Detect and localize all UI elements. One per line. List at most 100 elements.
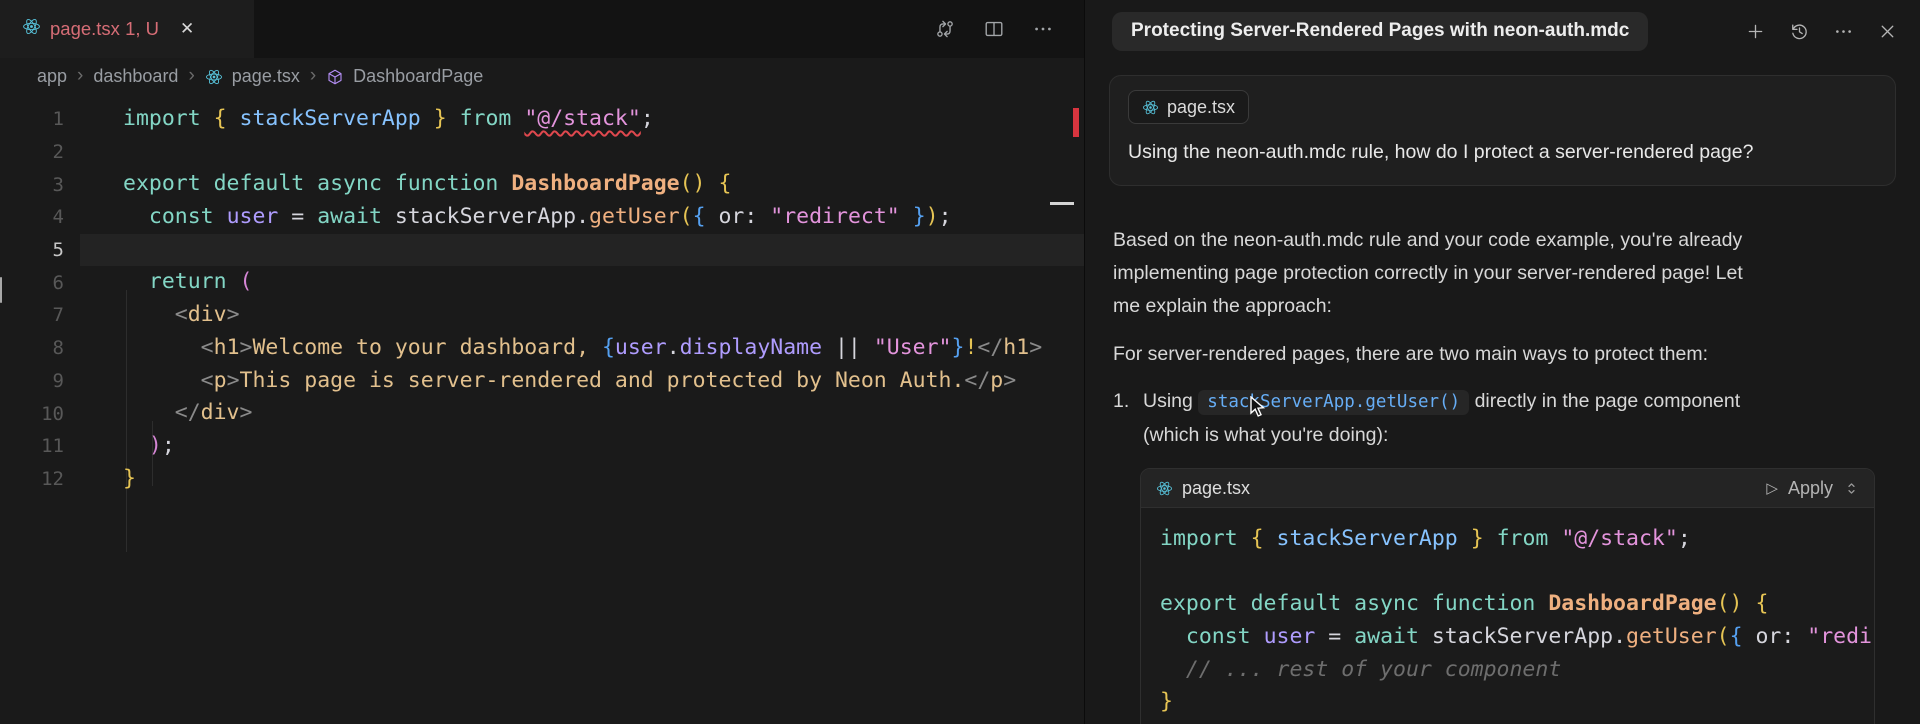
- code-token: (: [1717, 624, 1730, 649]
- code-token: export default async function: [1160, 591, 1548, 616]
- code-editor[interactable]: 1import { stackServerApp } from "@/stack…: [0, 95, 1084, 495]
- attached-file-chip[interactable]: page.tsx: [1128, 90, 1249, 124]
- code-block-filename: page.tsx: [1182, 472, 1250, 505]
- line-number: 12: [0, 468, 64, 490]
- expand-icon[interactable]: [1843, 480, 1860, 497]
- code-token: (: [240, 269, 253, 294]
- react-file-icon: [1156, 480, 1173, 497]
- breadcrumb-file[interactable]: page.tsx: [232, 66, 300, 87]
- code-token: >: [1003, 368, 1016, 393]
- code-token: >: [227, 302, 240, 327]
- new-chat-icon[interactable]: [1745, 21, 1766, 42]
- code-token: [123, 400, 175, 425]
- code-token: await: [317, 204, 395, 229]
- line-number: 1: [0, 108, 64, 130]
- code-token: }: [434, 106, 447, 131]
- response-paragraph: For server-rendered pages, there are two…: [1113, 338, 1793, 371]
- code-line: 7 <div>: [0, 299, 1084, 332]
- user-message-text: Using the neon-auth.mdc rule, how do I p…: [1128, 137, 1877, 167]
- overview-ruler-cursor-mark: [1050, 202, 1074, 205]
- attached-file-label: page.tsx: [1167, 97, 1235, 118]
- code-line: import { stackServerApp } from "@/stack"…: [1160, 523, 1874, 556]
- code-line: 4 const user = await stackServerApp.getU…: [0, 201, 1084, 234]
- code-token: ;: [162, 433, 175, 458]
- code-token: </: [175, 400, 201, 425]
- breadcrumb-dashboard[interactable]: dashboard: [93, 66, 178, 87]
- numbered-list-item: 1. Using stackServerApp.getUser() direct…: [1113, 385, 1793, 452]
- code-token: or:: [706, 204, 771, 229]
- history-icon[interactable]: [1789, 21, 1810, 42]
- more-options-icon[interactable]: [1833, 21, 1854, 42]
- code-token: "User": [874, 335, 952, 360]
- line-number: 6: [0, 272, 64, 294]
- code-line: 12}: [0, 463, 1084, 496]
- code-token: >: [240, 335, 253, 360]
- activity-bar-indicator: [0, 277, 2, 303]
- response-paragraph: Based on the neon-auth.mdc rule and your…: [1113, 224, 1768, 323]
- code-token: </: [964, 368, 990, 393]
- code-token: [421, 106, 434, 131]
- code-token: "@/stack": [1561, 526, 1678, 551]
- code-token: () {: [1717, 591, 1769, 616]
- more-actions-icon[interactable]: [1032, 18, 1054, 40]
- chat-code-block: page.tsx ▷ Apply import { stackServerApp…: [1140, 468, 1875, 724]
- line-number: 3: [0, 174, 64, 196]
- code-line: const user = await stackServerApp.getUse…: [1160, 621, 1874, 654]
- code-token: {: [1730, 624, 1743, 649]
- code-token: [1160, 624, 1186, 649]
- code-token: import: [123, 106, 214, 131]
- code-line: export default async function DashboardP…: [1160, 588, 1874, 621]
- code-token: <: [201, 335, 214, 360]
- code-token: getUser: [589, 204, 680, 229]
- code-line: 1import { stackServerApp } from "@/stack…: [0, 103, 1084, 136]
- code-token: user: [227, 204, 279, 229]
- symbol-cube-icon: [326, 67, 344, 86]
- code-token: "@/stack": [524, 106, 641, 131]
- code-token: DashboardPage: [511, 171, 679, 196]
- code-token: from: [1484, 526, 1562, 551]
- line-number: 10: [0, 403, 64, 425]
- code-token: const: [1186, 624, 1264, 649]
- code-token: }: [123, 466, 136, 491]
- code-line: // ... rest of your component: [1160, 654, 1874, 687]
- open-changes-icon[interactable]: [934, 18, 956, 40]
- code-token: (: [680, 204, 693, 229]
- breadcrumb-symbol[interactable]: DashboardPage: [353, 66, 483, 87]
- code-token: stackServerApp: [240, 106, 421, 131]
- code-token: p: [214, 368, 227, 393]
- code-token: [1160, 657, 1186, 682]
- line-number: 2: [0, 141, 64, 163]
- editor-toolbar: [934, 0, 1084, 58]
- code-token: h1: [214, 335, 240, 360]
- code-token: This page is server-rendered and protect…: [240, 368, 965, 393]
- code-token: import: [1160, 526, 1251, 551]
- apply-button[interactable]: Apply: [1788, 472, 1833, 505]
- code-line: }: [1160, 686, 1874, 719]
- chat-conversation[interactable]: page.tsx Using the neon-auth.mdc rule, h…: [1085, 62, 1920, 724]
- tab-close-icon[interactable]: ✕: [180, 19, 194, 39]
- code-token: }: [913, 204, 926, 229]
- breadcrumb-app[interactable]: app: [37, 66, 67, 87]
- react-file-icon: [22, 17, 41, 41]
- list-content: Using stackServerApp.getUser() directly …: [1143, 385, 1793, 452]
- code-token: ;: [641, 106, 654, 131]
- code-token: user: [615, 335, 667, 360]
- code-token: }: [952, 335, 965, 360]
- code-token: export default async function: [123, 171, 511, 196]
- user-message-card: page.tsx Using the neon-auth.mdc rule, h…: [1109, 75, 1896, 186]
- code-token: <: [201, 368, 214, 393]
- tab-page-tsx[interactable]: page.tsx 1, U ✕: [0, 0, 254, 58]
- close-panel-icon[interactable]: [1877, 21, 1898, 42]
- line-number: 9: [0, 370, 64, 392]
- code-token: [123, 433, 149, 458]
- code-token: ;: [1678, 526, 1691, 551]
- code-line: 6 return (: [0, 266, 1084, 299]
- inline-code: stackServerApp.getUser(): [1198, 390, 1469, 415]
- code-token: =: [1315, 624, 1354, 649]
- split-editor-icon[interactable]: [983, 18, 1005, 40]
- code-token: {: [602, 335, 615, 360]
- code-token: {: [693, 204, 706, 229]
- code-line: 9 <p>This page is server-rendered and pr…: [0, 365, 1084, 398]
- code-token: >: [227, 368, 240, 393]
- chat-title-tab[interactable]: Protecting Server-Rendered Pages with ne…: [1112, 12, 1648, 51]
